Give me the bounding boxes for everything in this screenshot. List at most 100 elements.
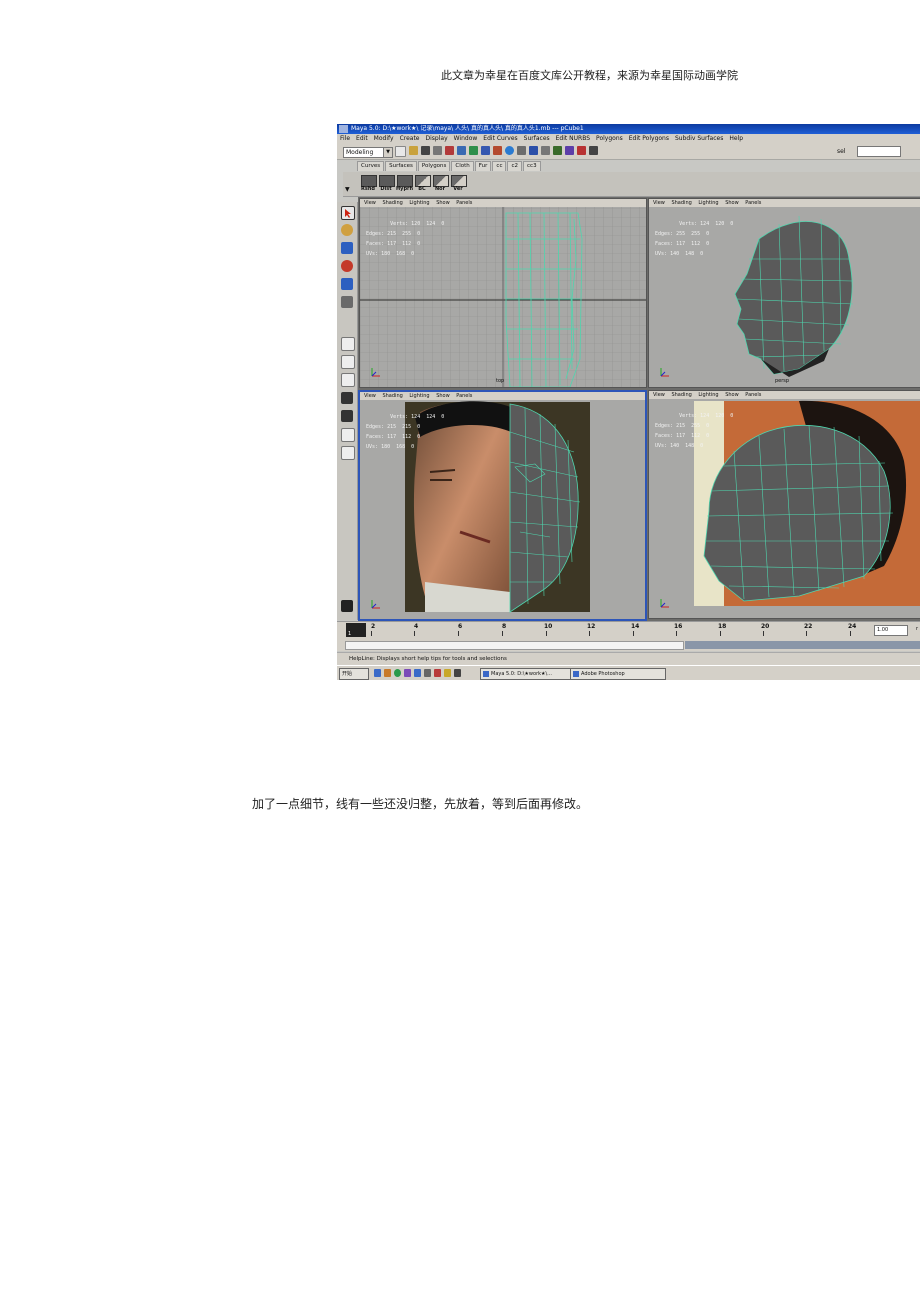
time-field-suffix: r (915, 626, 918, 632)
settings-icon[interactable] (454, 669, 461, 677)
menu-help[interactable]: Help (729, 134, 743, 143)
layout-arrows-icon[interactable] (341, 446, 355, 460)
new-scene-icon[interactable] (395, 146, 406, 157)
menu-edit[interactable]: Edit (356, 134, 368, 143)
menu-window[interactable]: Window (454, 134, 478, 143)
axis-gizmo-icon (660, 368, 669, 377)
camera-label-persp: persp (775, 378, 790, 384)
single-view-layout-icon[interactable] (341, 337, 355, 351)
channel-box-icon[interactable] (553, 146, 562, 155)
shelf-tab-polygons[interactable]: Polygons (417, 161, 451, 171)
browser-icon[interactable] (394, 669, 401, 677)
tool-settings-icon[interactable] (577, 146, 586, 155)
windows-taskbar: 开始 Maya 5.0: D:\★work★\... Adobe Photosh… (337, 665, 920, 680)
shelf-menu-arrow-icon[interactable]: ▼ (345, 186, 350, 193)
viewport-front[interactable]: View Shading Lighting Show Panels Verts:… (358, 390, 647, 621)
history-icon[interactable] (505, 146, 514, 155)
tick-label: 14 (631, 623, 640, 630)
time-slider[interactable]: 1 2 4 6 8 10 12 14 16 18 20 22 24 1.00 r (337, 621, 920, 639)
camera-label-top: top (496, 378, 505, 384)
desktop-icon[interactable] (374, 669, 381, 677)
quicklaunch-icon[interactable] (384, 669, 391, 677)
tick-label: 10 (544, 623, 553, 630)
rotate-tool-icon[interactable] (341, 260, 353, 272)
save-scene-icon[interactable] (421, 146, 430, 155)
tick-label: 4 (414, 623, 419, 630)
explorer-icon[interactable] (414, 669, 421, 677)
select-object-icon[interactable] (445, 146, 454, 155)
ipr-render-icon[interactable] (529, 146, 538, 155)
render-icon[interactable] (517, 146, 526, 155)
open-scene-icon[interactable] (409, 146, 418, 155)
help-line: HelpLine: Displays short help tips for t… (337, 652, 920, 665)
quick-select-field[interactable] (857, 146, 901, 157)
tick-label: 12 (587, 623, 596, 630)
shelf-tabs: Curves Surfaces Polygons Cloth Fur cc c2… (357, 161, 542, 171)
current-time-field[interactable]: 1.00 (874, 625, 908, 636)
start-button[interactable]: 开始 (339, 668, 369, 680)
shelf-tab-cc[interactable]: cc (492, 161, 507, 171)
outliner-layout-icon[interactable] (341, 392, 353, 404)
media-icon[interactable] (404, 669, 411, 677)
snap-point-icon[interactable] (493, 146, 502, 155)
range-slider[interactable] (337, 639, 920, 651)
menu-edit-curves[interactable]: Edit Curves (483, 134, 517, 143)
maya-screenshot: Maya 5.0: D:\★work★\ 记录\maya\ 人头\ 真的真人头\… (337, 124, 920, 680)
layers-icon[interactable] (589, 146, 598, 155)
viewport-top[interactable]: View Shading Lighting Show Panels Verts:… (359, 198, 647, 388)
four-view-layout-icon[interactable] (341, 355, 355, 369)
select-tool-icon[interactable] (341, 206, 355, 220)
menu-edit-polygons[interactable]: Edit Polygons (629, 134, 669, 143)
range-slider-handle[interactable] (685, 641, 920, 649)
hypershade-layout-icon[interactable] (341, 410, 353, 422)
menu-subdiv-surfaces[interactable]: Subdiv Surfaces (675, 134, 723, 143)
menu-file[interactable]: File (340, 134, 350, 143)
shelf-button-bc[interactable]: BC (414, 174, 431, 194)
window-titlebar: Maya 5.0: D:\★work★\ 记录\maya\ 人头\ 真的真人头\… (337, 124, 920, 134)
shelf-tab-c2[interactable]: c2 (507, 161, 523, 171)
range-slider-track[interactable] (345, 641, 684, 650)
graph-layout-icon[interactable] (341, 428, 355, 442)
mode-select[interactable]: Modeling (343, 147, 385, 158)
viewport-side[interactable]: View Shading Lighting Show Panels Verts:… (648, 390, 920, 619)
folder-icon[interactable] (444, 669, 451, 677)
menu-polygons[interactable]: Polygons (596, 134, 623, 143)
chevron-down-icon[interactable]: ▼ (383, 147, 393, 158)
shelf-button-dist[interactable]: Dist (378, 174, 395, 194)
axis-gizmo-icon (371, 368, 380, 377)
shelf-button-hyprh[interactable]: Hyprh (396, 174, 413, 194)
select-hierarchy-icon[interactable] (433, 146, 442, 155)
tool-icon[interactable] (424, 669, 431, 677)
viewport-persp-stats: Verts: 124 120 0 Edges: 255 255 0 Faces:… (655, 221, 734, 257)
two-view-layout-icon[interactable] (341, 373, 355, 387)
taskbar-item-photoshop[interactable]: Adobe Photoshop (570, 668, 666, 680)
scale-tool-icon[interactable] (341, 278, 353, 290)
lasso-tool-icon[interactable] (341, 224, 353, 236)
menu-surfaces[interactable]: Surfaces (524, 134, 550, 143)
shelf-tab-cc3[interactable]: cc3 (523, 161, 541, 171)
snap-curve-icon[interactable] (481, 146, 490, 155)
menu-display[interactable]: Display (426, 134, 448, 143)
snap-grid-icon[interactable] (469, 146, 478, 155)
document-caption: 加了一点细节，线有一些还没归整，先放着，等到后面再修改。 (252, 797, 589, 811)
select-component-icon[interactable] (457, 146, 466, 155)
tick-label: 22 (804, 623, 813, 630)
manipulator-tool-icon[interactable] (341, 296, 353, 308)
menu-edit-nurbs[interactable]: Edit NURBS (556, 134, 590, 143)
maya-app-icon (339, 125, 348, 133)
taskbar-item-maya[interactable]: Maya 5.0: D:\★work★\... (480, 668, 577, 680)
attribute-editor-icon[interactable] (565, 146, 574, 155)
app-icon[interactable] (434, 669, 441, 677)
shelf-button-rshd[interactable]: Rshd (360, 174, 377, 194)
render-globals-icon[interactable] (541, 146, 550, 155)
menu-modify[interactable]: Modify (374, 134, 394, 143)
move-tool-icon[interactable] (341, 242, 353, 254)
menu-create[interactable]: Create (400, 134, 420, 143)
shelf-tab-fur[interactable]: Fur (474, 161, 492, 171)
shelf-tab-cloth[interactable]: Cloth (451, 161, 474, 171)
shelf-button-nor[interactable]: Nor (432, 174, 449, 194)
viewport-persp[interactable]: View Shading Lighting Show Panels Verts:… (648, 198, 920, 388)
shelf-button-ver[interactable]: Ver (450, 174, 467, 194)
shelf-tab-curves[interactable]: Curves (357, 161, 385, 171)
shelf-tab-surfaces[interactable]: Surfaces (385, 161, 417, 171)
